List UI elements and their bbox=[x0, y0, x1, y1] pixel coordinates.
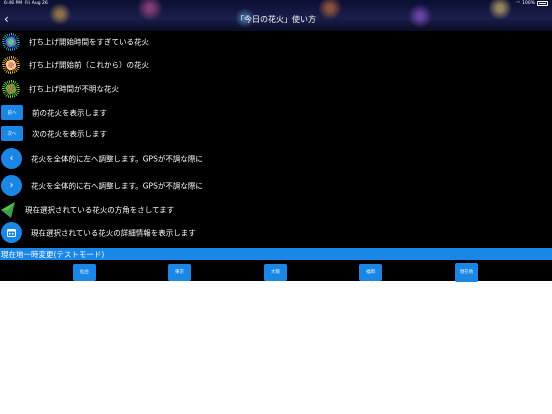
legend-row-unknown: 打ち上げ時間が不明な花火 bbox=[0, 78, 552, 100]
city-button-current-location[interactable]: 現在地 bbox=[455, 263, 478, 282]
status-time-date: 6:46 PM Fri Aug 26 bbox=[4, 1, 48, 6]
legend-text: 現在選択されている花火の詳細情報を表示します bbox=[31, 228, 196, 238]
legend-row-adjust-right: › 花火を全体的に右へ調整します。GPSが不調な際に bbox=[0, 174, 552, 198]
legend-row-upcoming: 打ち上げ開始前（これから）の花火 bbox=[0, 54, 552, 76]
city-button-sendai[interactable]: 仙台 bbox=[73, 264, 96, 281]
legend-row-next: 次へ 次の花火を表示します bbox=[0, 123, 552, 145]
status-bar: 6:46 PM Fri Aug 26 ◠ 100% bbox=[0, 0, 552, 9]
firework-past-icon bbox=[2, 33, 20, 51]
legend-text: 打ち上げ開始時間をすぎている花火 bbox=[29, 37, 149, 47]
calendar-icon bbox=[7, 229, 16, 237]
usage-legend: 打ち上げ開始時間をすぎている花火 打ち上げ開始前（これから）の花火 打ち上げ時間… bbox=[0, 31, 552, 282]
legend-row-prev: 前へ 前の花火を表示します bbox=[0, 102, 552, 124]
firework-unknown-icon bbox=[2, 80, 20, 98]
legend-text: 前の花火を表示します bbox=[32, 108, 107, 118]
status-right: ◠ 100% bbox=[516, 1, 548, 6]
city-button-osaka[interactable]: 大阪 bbox=[264, 264, 287, 281]
direction-arrow-icon bbox=[1, 202, 15, 218]
legend-text: 花火を全体的に左へ調整します。GPSが不調な際に bbox=[31, 154, 203, 164]
legend-row-detail: 現在選択されている花火の詳細情報を表示します bbox=[0, 221, 552, 245]
location-bar-label: 現在地一時変更(テストモード) bbox=[1, 250, 105, 259]
city-button-fukuoka[interactable]: 福岡 bbox=[359, 264, 382, 281]
legend-text: 次の花火を表示します bbox=[32, 129, 107, 139]
city-button-tokyo[interactable]: 東京 bbox=[168, 264, 191, 281]
legend-row-adjust-left: ‹ 花火を全体的に左へ調整します。GPSが不調な際に bbox=[0, 147, 552, 171]
next-button[interactable]: 次へ bbox=[1, 126, 23, 141]
wifi-icon: ◠ bbox=[516, 1, 521, 6]
calendar-detail-icon[interactable] bbox=[1, 222, 22, 243]
legend-text: 打ち上げ時間が不明な花火 bbox=[29, 84, 119, 94]
legend-text: 現在選択されている花火の方角をさしてます bbox=[25, 205, 175, 215]
legend-text: 花火を全体的に右へ調整します。GPSが不調な際に bbox=[31, 181, 203, 191]
adjust-left-chevron-icon[interactable]: ‹ bbox=[1, 148, 22, 169]
battery-percent: 100% bbox=[522, 1, 535, 6]
prev-button[interactable]: 前へ bbox=[1, 105, 23, 120]
legend-row-past: 打ち上げ開始時間をすぎている花火 bbox=[0, 31, 552, 53]
legend-text: 打ち上げ開始前（これから）の花火 bbox=[29, 60, 149, 70]
legend-row-direction: 現在選択されている花火の方角をさしてます bbox=[0, 199, 552, 221]
page-title: 「今日の花火」使い方 bbox=[236, 15, 316, 24]
battery-icon bbox=[537, 1, 548, 6]
location-change-bar: 現在地一時変更(テストモード) bbox=[0, 248, 552, 260]
firework-upcoming-icon bbox=[2, 56, 20, 74]
adjust-right-chevron-icon[interactable]: › bbox=[1, 175, 22, 196]
